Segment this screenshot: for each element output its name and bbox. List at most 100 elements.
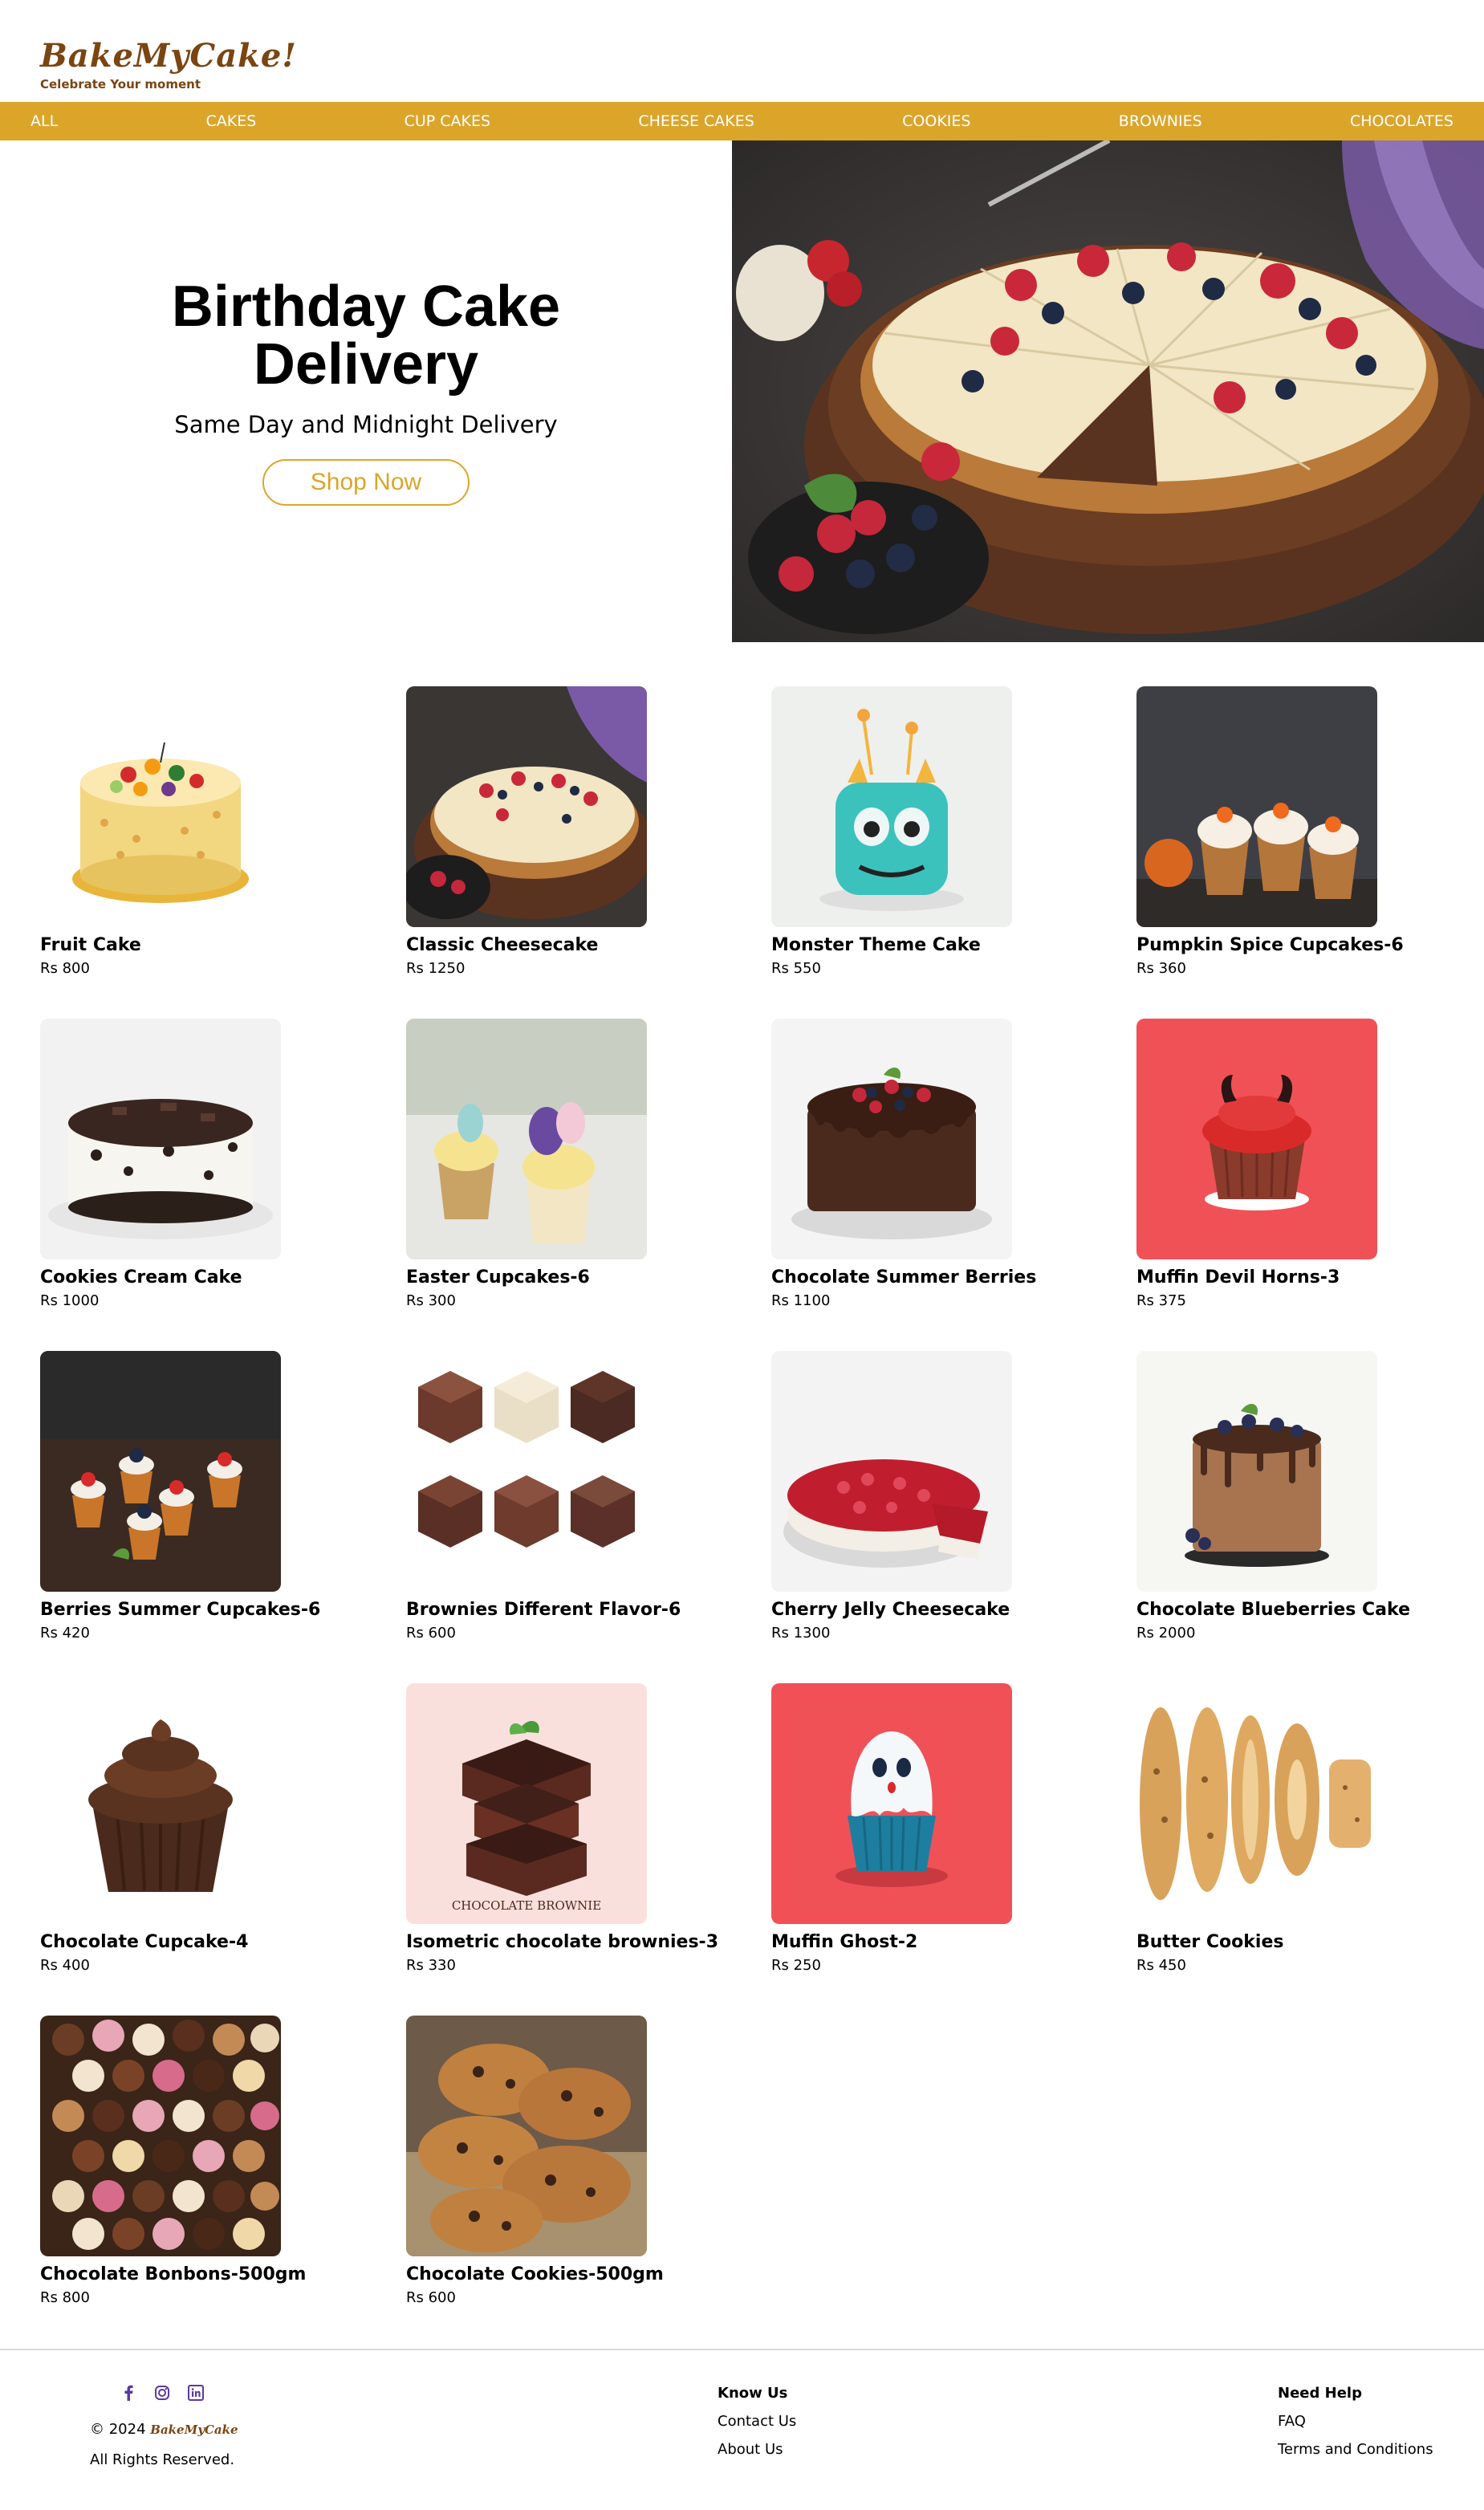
instagram-icon[interactable]: [154, 2385, 170, 2401]
product-image[interactable]: [1136, 1683, 1377, 1924]
product-card[interactable]: Fruit Cake Rs 800: [40, 686, 393, 977]
product-card[interactable]: Monster Theme Cake Rs 550: [771, 686, 1124, 977]
category-nav: ALL CAKES CUP CAKES CHEESE CAKES COOKIES…: [0, 102, 1484, 140]
product-card[interactable]: Easter Cupcakes-6 Rs 300: [406, 1019, 759, 1309]
footer-know-us: Know Us Contact Us About Us: [718, 2385, 796, 2469]
product-name[interactable]: Chocolate Summer Berries: [771, 1267, 1124, 1288]
footer-need-help: Need Help FAQ Terms and Conditions: [1278, 2385, 1433, 2469]
product-name[interactable]: Butter Cookies: [1136, 1932, 1484, 1952]
product-card[interactable]: Chocolate Summer Berries Rs 1100: [771, 1019, 1124, 1309]
product-price: Rs 600: [406, 1625, 456, 1641]
product-name[interactable]: Chocolate Cookies-500gm: [406, 2264, 759, 2284]
nav-cup-cakes[interactable]: CUP CAKES: [405, 112, 490, 130]
brand-name: BakeMyCake!: [40, 37, 297, 75]
product-card[interactable]: Brownies Different Flavor-6 Rs 600: [406, 1351, 759, 1641]
product-name[interactable]: Monster Theme Cake: [771, 935, 1124, 955]
product-card[interactable]: Classic Cheesecake Rs 1250: [406, 686, 759, 977]
product-price: Rs 1100: [771, 1292, 831, 1309]
product-image[interactable]: [40, 1351, 281, 1592]
copyright-brand: BakeMyCake: [150, 2423, 238, 2437]
product-card[interactable]: Chocolate Cupcake-4 Rs 400: [40, 1683, 393, 1974]
product-image[interactable]: [40, 1683, 281, 1924]
product-image[interactable]: [1136, 686, 1377, 927]
footer-heading: Need Help: [1278, 2385, 1362, 2402]
product-price: Rs 330: [406, 1957, 456, 1974]
product-card[interactable]: Cookies Cream Cake Rs 1000: [40, 1019, 393, 1309]
product-name[interactable]: Brownies Different Flavor-6: [406, 1600, 759, 1620]
product-card[interactable]: Cherry Jelly Cheesecake Rs 1300: [771, 1351, 1124, 1641]
product-price: Rs 2000: [1136, 1625, 1196, 1641]
product-image[interactable]: [40, 2016, 281, 2256]
product-name[interactable]: Fruit Cake: [40, 935, 393, 955]
contact-us-link[interactable]: Contact Us: [718, 2413, 796, 2430]
product-price: Rs 360: [1136, 960, 1186, 977]
product-card[interactable]: CHOCOLATE BROWNIE Isometric chocolate br…: [406, 1683, 759, 1974]
footer-divider: [0, 2349, 1484, 2350]
product-image[interactable]: [40, 686, 281, 927]
product-name[interactable]: Muffin Devil Horns-3: [1136, 1267, 1484, 1288]
facebook-icon[interactable]: [120, 2385, 136, 2401]
product-image[interactable]: [406, 2016, 647, 2256]
shop-now-button[interactable]: Shop Now: [262, 458, 470, 506]
about-us-link[interactable]: About Us: [718, 2441, 796, 2458]
product-image[interactable]: [771, 1351, 1012, 1592]
product-price: Rs 800: [40, 2289, 90, 2306]
hero-subtitle: Same Day and Midnight Delivery: [174, 410, 558, 438]
brand-tagline: Celebrate Your moment: [40, 77, 201, 92]
product-name[interactable]: Isometric chocolate brownies-3: [406, 1932, 759, 1952]
product-price: Rs 450: [1136, 1957, 1186, 1974]
product-name[interactable]: Classic Cheesecake: [406, 935, 759, 955]
product-card[interactable]: Chocolate Blueberries Cake Rs 2000: [1136, 1351, 1484, 1641]
product-name[interactable]: Cookies Cream Cake: [40, 1267, 393, 1288]
hero-title: Birthday Cake Delivery: [171, 274, 561, 397]
product-card[interactable]: Butter Cookies Rs 450: [1136, 1683, 1484, 1974]
product-image[interactable]: [406, 686, 647, 927]
product-price: Rs 1000: [40, 1292, 100, 1309]
product-card[interactable]: Pumpkin Spice Cupcakes-6 Rs 360: [1136, 686, 1484, 977]
product-price: Rs 400: [40, 1957, 90, 1974]
product-image[interactable]: CHOCOLATE BROWNIE: [406, 1683, 647, 1924]
product-name[interactable]: Pumpkin Spice Cupcakes-6: [1136, 935, 1484, 955]
product-price: Rs 550: [771, 960, 821, 977]
product-image[interactable]: [40, 1019, 281, 1259]
faq-link[interactable]: FAQ: [1278, 2413, 1433, 2430]
product-name[interactable]: Cherry Jelly Cheesecake: [771, 1600, 1124, 1620]
copyright: © 2024 BakeMyCake: [90, 2421, 238, 2438]
product-image[interactable]: [771, 686, 1012, 927]
brownie-poster-label: CHOCOLATE BROWNIE: [452, 1898, 601, 1913]
nav-cookies[interactable]: COOKIES: [902, 112, 970, 130]
hero-section: Birthday Cake Delivery Same Day and Midn…: [0, 140, 732, 642]
product-name[interactable]: Chocolate Cupcake-4: [40, 1932, 393, 1952]
nav-brownies[interactable]: BROWNIES: [1119, 112, 1202, 130]
product-card[interactable]: Berries Summer Cupcakes-6 Rs 420: [40, 1351, 393, 1641]
nav-cakes[interactable]: CAKES: [205, 112, 256, 130]
product-image[interactable]: [771, 1019, 1012, 1259]
linkedin-icon[interactable]: [188, 2385, 204, 2401]
product-price: Rs 1250: [406, 960, 466, 977]
product-price: Rs 1300: [771, 1625, 831, 1641]
product-image[interactable]: [771, 1683, 1012, 1924]
rights-text: All Rights Reserved.: [90, 2451, 235, 2468]
product-image[interactable]: [1136, 1351, 1377, 1592]
nav-chocolates[interactable]: CHOCOLATES: [1350, 112, 1454, 130]
product-image[interactable]: [406, 1351, 647, 1592]
product-price: Rs 420: [40, 1625, 90, 1641]
product-image[interactable]: [406, 1019, 647, 1259]
product-name[interactable]: Chocolate Blueberries Cake: [1136, 1600, 1484, 1620]
product-name[interactable]: Chocolate Bonbons-500gm: [40, 2264, 393, 2284]
nav-cheese-cakes[interactable]: CHEESE CAKES: [638, 112, 754, 130]
product-card[interactable]: Muffin Devil Horns-3 Rs 375: [1136, 1019, 1484, 1309]
hero-cheesecake-image: [732, 138, 1484, 642]
product-card[interactable]: Muffin Ghost-2 Rs 250: [771, 1683, 1124, 1974]
nav-all[interactable]: ALL: [30, 112, 58, 130]
product-price: Rs 800: [40, 960, 90, 977]
terms-link[interactable]: Terms and Conditions: [1278, 2441, 1433, 2458]
footer-heading: Know Us: [718, 2385, 788, 2402]
product-name[interactable]: Muffin Ghost-2: [771, 1932, 1124, 1952]
product-name[interactable]: Easter Cupcakes-6: [406, 1267, 759, 1288]
product-card[interactable]: Chocolate Bonbons-500gm Rs 800: [40, 2016, 393, 2306]
product-name[interactable]: Berries Summer Cupcakes-6: [40, 1600, 393, 1620]
brand-logo[interactable]: BakeMyCake! Celebrate Your moment: [40, 37, 297, 92]
product-image[interactable]: [1136, 1019, 1377, 1259]
product-card[interactable]: Chocolate Cookies-500gm Rs 600: [406, 2016, 759, 2306]
